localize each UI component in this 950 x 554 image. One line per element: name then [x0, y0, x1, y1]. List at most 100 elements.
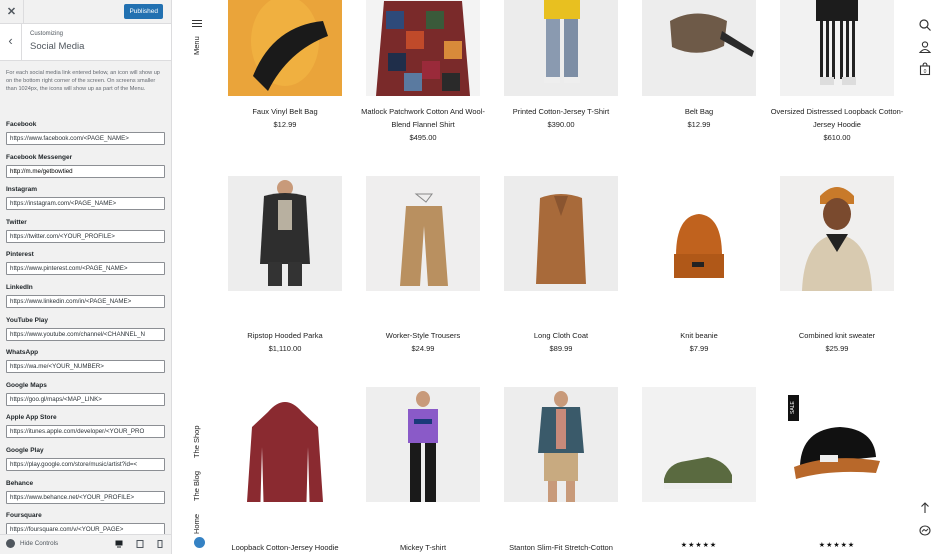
product-image[interactable]	[504, 0, 618, 96]
whatsapp-input[interactable]: https://wa.me/<YOUR_NUMBER>	[6, 360, 165, 374]
field-label: Pinterest	[6, 251, 34, 259]
product-price: $25.99	[825, 344, 849, 353]
field-label: Apple App Store	[6, 414, 57, 422]
field-google-play: Google Play https://play.google.com/stor…	[6, 446, 166, 479]
edit-shortcut-icon[interactable]	[194, 537, 205, 548]
product-price: $390.00	[547, 120, 575, 129]
product-name[interactable]: Combined knit sweater	[767, 329, 907, 342]
hide-controls-button[interactable]: Hide Controls	[6, 539, 58, 548]
product-price: $7.99	[689, 344, 709, 353]
google-play-input[interactable]: https://play.google.com/store/music/arti…	[6, 457, 165, 471]
nav-link-blog[interactable]: The Blog	[192, 471, 201, 501]
field-label: Google Maps	[6, 381, 47, 389]
behance-input[interactable]: https://www.behance.net/<YOUR_PROFILE>	[6, 490, 165, 504]
field-label: Facebook	[6, 121, 37, 128]
twitter-input[interactable]: https://twitter.com/<YOUR_PROFILE>	[6, 229, 165, 243]
google-maps-input[interactable]: https://goo.gl/maps/<MAP_LINK>	[6, 392, 165, 406]
close-icon[interactable]: ✕	[0, 0, 24, 24]
field-youtube: YouTube Play https://www.youtube.com/cha…	[6, 316, 166, 349]
product-image[interactable]	[366, 0, 480, 96]
sale-badge: SALE	[788, 395, 799, 421]
product-name[interactable]: Printed Cotton-Jersey T-Shirt	[491, 105, 631, 118]
product-rating: ★★★★★	[680, 542, 718, 549]
back-chevron-icon[interactable]: ‹	[0, 24, 22, 60]
product-name[interactable]: Mickey T-shirt	[353, 541, 493, 554]
tablet-preview-icon[interactable]	[136, 540, 144, 548]
field-messenger: Facebook Messenger http://m.me/getbowtie…	[6, 153, 166, 186]
messenger-icon[interactable]	[918, 524, 932, 538]
product-price: $12.99	[273, 120, 297, 129]
svg-text:0: 0	[924, 69, 927, 75]
menu-label[interactable]: Menu	[192, 36, 201, 55]
account-icon[interactable]	[918, 40, 932, 54]
section-description: For each social media link entered below…	[6, 70, 160, 93]
product-grid: Faux Vinyl Belt Bag $12.99 Matlock Patch…	[228, 0, 903, 554]
field-label: Foursquare	[6, 512, 42, 520]
field-label: Google Play	[6, 446, 44, 454]
linkedin-input[interactable]: https://www.linkedin.com/in/<PAGE_NAME>	[6, 294, 165, 308]
field-linkedin: LinkedIn https://www.linkedin.com/in/<PA…	[6, 283, 166, 316]
section-subtitle: Customizing	[30, 31, 64, 37]
product-name[interactable]: Oversized Distressed Loopback Cotton-Jer…	[767, 105, 907, 131]
product-image[interactable]	[642, 176, 756, 291]
product-image[interactable]	[366, 176, 480, 291]
vertical-nav: Menu The Shop The Blog Home	[172, 0, 220, 554]
product-image[interactable]	[228, 0, 342, 96]
field-instagram: Instagram https://instagram.com/<PAGE_NA…	[6, 185, 166, 218]
product-price: $610.00	[823, 133, 851, 142]
product-image[interactable]	[642, 387, 756, 502]
product-image[interactable]	[642, 0, 756, 96]
pinterest-input[interactable]: https://www.pinterest.com/<PAGE_NAME>	[6, 262, 165, 276]
field-label: Behance	[6, 479, 34, 487]
cart-icon[interactable]: 0	[918, 62, 932, 76]
nav-link-shop[interactable]: The Shop	[192, 425, 201, 458]
product-rating: ★★★★★	[818, 542, 856, 549]
search-icon[interactable]	[918, 18, 932, 32]
field-behance: Behance https://www.behance.net/<YOUR_PR…	[6, 479, 166, 512]
product-name[interactable]: Knit beanie	[629, 329, 769, 342]
customizer-footer: Hide Controls	[0, 534, 171, 554]
product-image[interactable]	[228, 176, 342, 291]
field-label: Instagram	[6, 186, 38, 194]
right-toolbar: 0	[910, 0, 950, 554]
product-image[interactable]	[504, 176, 618, 291]
product-name[interactable]: Stanton Slim-Fit Stretch-Cotton	[491, 541, 631, 554]
nav-link-home[interactable]: Home	[192, 514, 201, 534]
field-whatsapp: WhatsApp https://wa.me/<YOUR_NUMBER>	[6, 348, 166, 381]
youtube-input[interactable]: https://www.youtube.com/channel/<CHANNEL…	[6, 327, 165, 341]
product-name[interactable]: Belt Bag	[629, 105, 769, 118]
product-name[interactable]: Worker-Style Trousers	[353, 329, 493, 342]
instagram-input[interactable]: https://instagram.com/<PAGE_NAME>	[6, 197, 165, 211]
product-name[interactable]: Ripstop Hooded Parka	[215, 329, 355, 342]
product-price: $24.99	[411, 344, 435, 353]
field-facebook: Facebook https://www.facebook.com/<PAGE_…	[6, 120, 166, 153]
product-price: $1,110.00	[268, 344, 302, 353]
product-name[interactable]: Long Cloth Coat	[491, 329, 631, 342]
product-price: $89.99	[549, 344, 573, 353]
messenger-input[interactable]: http://m.me/getbowtied	[6, 164, 165, 178]
product-price: $12.99	[687, 120, 711, 129]
mobile-preview-icon[interactable]	[156, 540, 164, 548]
product-image[interactable]	[228, 387, 342, 502]
product-image[interactable]	[366, 387, 480, 502]
product-name[interactable]: Matlock Patchwork Cotton And Wool-Blend …	[353, 105, 493, 131]
hide-controls-label: Hide Controls	[20, 540, 59, 547]
facebook-input[interactable]: https://www.facebook.com/<PAGE_NAME>	[6, 132, 165, 145]
app-store-input[interactable]: https://itunes.apple.com/developer/<YOUR…	[6, 425, 165, 439]
field-pinterest: Pinterest https://www.pinterest.com/<PAG…	[6, 250, 166, 283]
back-to-top-icon[interactable]	[918, 501, 932, 515]
menu-icon[interactable]	[192, 20, 202, 27]
field-label: YouTube Play	[6, 316, 49, 324]
desktop-preview-icon[interactable]	[115, 540, 123, 548]
section-header: ‹ Customizing Social Media	[0, 24, 171, 61]
product-image[interactable]: SALE	[780, 387, 894, 502]
product-image[interactable]	[780, 176, 894, 291]
customizer-topbar: ✕ Published	[0, 0, 171, 24]
publish-button[interactable]: Published	[124, 4, 163, 19]
product-image[interactable]	[780, 0, 894, 96]
product-name[interactable]: Loopback Cotton-Jersey Hoodie	[215, 541, 355, 554]
field-twitter: Twitter https://twitter.com/<YOUR_PROFIL…	[6, 218, 166, 251]
product-image[interactable]	[504, 387, 618, 502]
field-google-maps: Google Maps https://goo.gl/maps/<MAP_LIN…	[6, 381, 166, 414]
product-name[interactable]: Faux Vinyl Belt Bag	[215, 105, 355, 118]
